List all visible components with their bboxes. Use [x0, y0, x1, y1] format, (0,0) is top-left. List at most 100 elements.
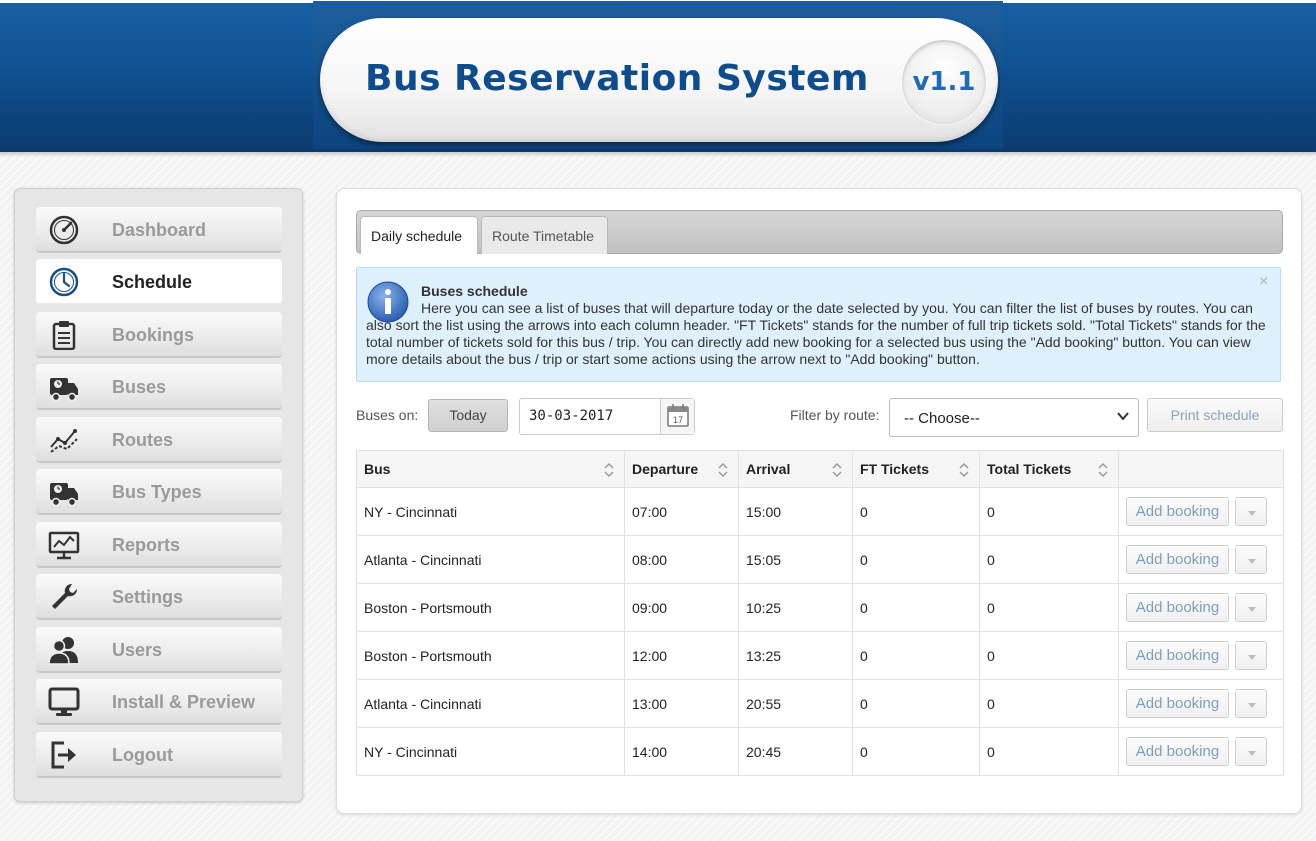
cell-arrival: 15:00 — [738, 487, 853, 536]
cell-departure: 08:00 — [624, 535, 739, 584]
column-header-label: Arrival — [746, 461, 791, 477]
cell-departure: 09:00 — [624, 583, 739, 632]
table-row: Boston - Portsmouth 12:00 13:25 0 0 Add … — [356, 631, 1284, 680]
table-row: Atlanta - Cincinnati 13:00 20:55 0 0 Add… — [356, 679, 1284, 728]
tab-route-timetable[interactable]: Route Timetable — [481, 216, 608, 254]
cell-actions: Add booking — [1118, 727, 1284, 776]
booking-actions-dropdown[interactable] — [1235, 593, 1267, 622]
chevron-down-icon — [1117, 412, 1129, 421]
cell-bus: NY - Cincinnati — [356, 487, 625, 536]
calendar-day: 17 — [673, 415, 683, 425]
cell-arrival: 20:55 — [738, 679, 853, 728]
schedule-table: Bus Departure Arrival FT Tickets Total T… — [356, 450, 1284, 776]
add-booking-button[interactable]: Add booking — [1126, 689, 1229, 718]
booking-actions-dropdown[interactable] — [1235, 497, 1267, 526]
sort-icon[interactable] — [604, 462, 614, 478]
bus-icon — [50, 378, 78, 402]
version-badge: v1.1 — [902, 40, 986, 124]
column-header-departure[interactable]: Departure — [624, 450, 739, 488]
column-header-bus[interactable]: Bus — [356, 450, 625, 488]
sidebar-item-reports[interactable]: Reports — [36, 522, 282, 568]
add-booking-button[interactable]: Add booking — [1126, 497, 1229, 526]
sidebar-item-label: Bookings — [112, 325, 195, 345]
sidebar-item-settings[interactable]: Settings — [36, 574, 282, 620]
cell-ft-tickets: 0 — [852, 679, 980, 728]
sidebar-item-logout[interactable]: Logout — [36, 732, 282, 778]
cell-actions: Add booking — [1118, 535, 1284, 584]
table-row: Atlanta - Cincinnati 08:00 15:05 0 0 Add… — [356, 535, 1284, 584]
add-booking-button[interactable]: Add booking — [1126, 545, 1229, 574]
cell-actions: Add booking — [1118, 583, 1284, 632]
sidebar-item-label: Install & Preview — [112, 692, 256, 712]
tab-daily-schedule[interactable]: Daily schedule — [360, 216, 478, 254]
cell-ft-tickets: 0 — [852, 631, 980, 680]
cell-ft-tickets: 0 — [852, 487, 980, 536]
monitor-icon — [48, 687, 80, 716]
column-header-label: FT Tickets — [860, 461, 929, 477]
dashboard-icon — [49, 215, 79, 245]
sidebar-item-label: Bus Types — [112, 482, 202, 502]
sidebar: Dashboard Schedule Bookings Buses Routes… — [14, 188, 303, 802]
add-booking-button[interactable]: Add booking — [1126, 737, 1229, 766]
close-icon[interactable]: × — [1259, 273, 1268, 291]
booking-actions-dropdown[interactable] — [1235, 545, 1267, 574]
cell-departure: 13:00 — [624, 679, 739, 728]
add-booking-button[interactable]: Add booking — [1126, 593, 1229, 622]
sidebar-item-routes[interactable]: Routes — [36, 417, 282, 463]
booking-actions-dropdown[interactable] — [1235, 689, 1267, 718]
sidebar-item-bookings[interactable]: Bookings — [36, 312, 282, 358]
date-value: 30-03-2017 — [529, 408, 614, 424]
sidebar-item-label: Logout — [112, 745, 173, 765]
sidebar-item-users[interactable]: Users — [36, 627, 282, 673]
column-header-label: Total Tickets — [987, 461, 1072, 477]
print-schedule-button[interactable]: Print schedule — [1147, 398, 1283, 432]
sidebar-item-buses[interactable]: Buses — [36, 364, 282, 410]
column-header-ft-tickets[interactable]: FT Tickets — [852, 450, 980, 488]
calendar-button[interactable]: 17 — [660, 399, 694, 434]
cell-total-tickets: 0 — [979, 487, 1119, 536]
sidebar-item-schedule[interactable]: Schedule — [36, 259, 282, 305]
cell-bus: Boston - Portsmouth — [356, 583, 625, 632]
sidebar-item-label: Routes — [112, 430, 174, 450]
cell-ft-tickets: 0 — [852, 583, 980, 632]
bus-icon — [50, 483, 78, 507]
sidebar-item-label: Users — [112, 640, 163, 660]
cell-departure: 14:00 — [624, 727, 739, 776]
cell-bus: Atlanta - Cincinnati — [356, 535, 625, 584]
sidebar-item-label: Reports — [112, 535, 181, 555]
clipboard-icon — [52, 321, 76, 350]
booking-actions-dropdown[interactable] — [1235, 641, 1267, 670]
chart-board-icon — [48, 531, 80, 560]
app-title: Bus Reservation System — [365, 58, 869, 99]
buses-on-label: Buses on: — [356, 407, 419, 423]
booking-actions-dropdown[interactable] — [1235, 737, 1267, 766]
table-header-row: Bus Departure Arrival FT Tickets Total T… — [356, 450, 1284, 488]
cell-departure: 07:00 — [624, 487, 739, 536]
cell-arrival: 13:25 — [738, 631, 853, 680]
today-button[interactable]: Today — [428, 399, 508, 432]
route-select[interactable]: -- Choose-- — [889, 398, 1139, 437]
column-header-label: Bus — [364, 461, 391, 477]
column-header-total-tickets[interactable]: Total Tickets — [979, 450, 1119, 488]
table-row: NY - Cincinnati 07:00 15:00 0 0 Add book… — [356, 487, 1284, 536]
add-booking-button[interactable]: Add booking — [1126, 641, 1229, 670]
sort-icon[interactable] — [959, 462, 969, 478]
cell-bus: NY - Cincinnati — [356, 727, 625, 776]
calendar-icon: 17 — [667, 404, 689, 427]
sort-icon[interactable] — [832, 462, 842, 478]
sort-icon[interactable] — [718, 462, 728, 478]
clock-icon — [49, 267, 79, 297]
sidebar-item-label: Dashboard — [112, 220, 207, 240]
cell-arrival: 10:25 — [738, 583, 853, 632]
sidebar-item-bus-types[interactable]: Bus Types — [36, 469, 282, 515]
sidebar-item-install-preview[interactable]: Install & Preview — [36, 679, 282, 725]
sidebar-item-label: Settings — [112, 587, 184, 607]
info-title: Buses schedule — [421, 283, 528, 299]
date-field[interactable]: 30-03-2017 17 — [519, 398, 695, 435]
filter-by-route-label: Filter by route: — [790, 407, 880, 423]
sidebar-item-label: Buses — [112, 377, 167, 397]
wrench-icon — [52, 583, 78, 609]
sort-icon[interactable] — [1098, 462, 1108, 478]
sidebar-item-dashboard[interactable]: Dashboard — [36, 207, 282, 253]
column-header-arrival[interactable]: Arrival — [738, 450, 853, 488]
